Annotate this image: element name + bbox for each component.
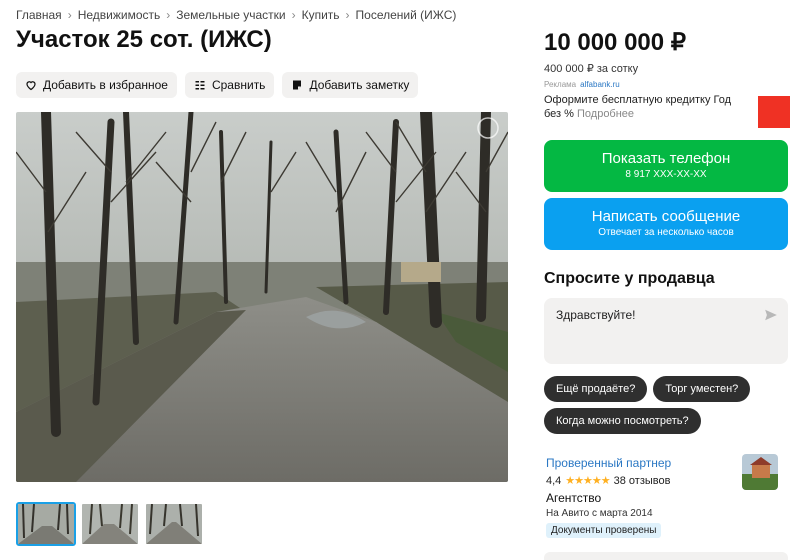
show-phone-button[interactable]: Показать телефон 8 917 XXX-XX-XX bbox=[544, 140, 788, 192]
quick-question-chip[interactable]: Когда можно посмотреть? bbox=[544, 408, 701, 434]
compare-button[interactable]: Сравнить bbox=[184, 72, 275, 98]
rating-stars-icon: ★★★★★ bbox=[565, 475, 610, 487]
compare-icon bbox=[195, 80, 205, 91]
quick-question-chip[interactable]: Ещё продаёте? bbox=[544, 376, 648, 402]
thumbnail-image bbox=[82, 504, 138, 544]
page-title: Участок 25 сот. (ИЖС) bbox=[16, 26, 272, 53]
chevron-right-icon: › bbox=[291, 8, 296, 22]
response-time: Отвечает за несколько часов bbox=[598, 227, 734, 238]
main-photo[interactable] bbox=[16, 112, 508, 482]
thumbnail-image bbox=[18, 504, 74, 544]
breadcrumb-home[interactable]: Главная bbox=[16, 8, 62, 22]
seller-avatar-image bbox=[742, 454, 778, 490]
ask-seller-message: Здравствуйте! bbox=[556, 308, 636, 322]
next-section-stub bbox=[544, 552, 788, 560]
chevron-right-icon: › bbox=[166, 8, 171, 22]
verified-partner-link[interactable]: Проверенный партнер bbox=[546, 456, 746, 470]
show-phone-label: Показать телефон bbox=[601, 150, 731, 167]
ad-sponsor-link[interactable]: alfabank.ru bbox=[580, 80, 620, 89]
add-note-button[interactable]: Добавить заметку bbox=[282, 72, 419, 98]
listing-actions: Добавить в избранное Сравнить Добавить з… bbox=[16, 72, 419, 98]
photo-thumbnails bbox=[16, 502, 204, 546]
breadcrumb-realty[interactable]: Недвижимость bbox=[78, 8, 161, 22]
breadcrumb-buy[interactable]: Купить bbox=[302, 8, 340, 22]
price-per-unit: 400 000 ₽ за сотку bbox=[544, 63, 639, 75]
write-message-button[interactable]: Написать сообщение Отвечает за несколько… bbox=[544, 198, 788, 250]
thumbnail[interactable] bbox=[144, 502, 204, 546]
docs-verified-badge: Документы проверены bbox=[546, 523, 662, 538]
heart-icon bbox=[26, 81, 36, 91]
seller-rating: 4,4 ★★★★★ 38 отзывов bbox=[546, 474, 746, 488]
seller-card: Проверенный партнер 4,4 ★★★★★ 38 отзывов… bbox=[546, 456, 746, 538]
price: 10 000 000 ₽ bbox=[544, 29, 687, 56]
reviews-link[interactable]: 38 отзывов bbox=[614, 475, 671, 487]
phone-number-masked: 8 917 XXX-XX-XX bbox=[625, 169, 707, 180]
send-icon[interactable] bbox=[764, 308, 778, 322]
chevron-right-icon: › bbox=[67, 8, 72, 22]
land-plot-photo bbox=[16, 112, 508, 482]
ad-text-body: Оформите бесплатную кредитку Год без % bbox=[544, 94, 732, 120]
ad-text[interactable]: Оформите бесплатную кредитку Год без % П… bbox=[544, 93, 744, 121]
thumbnail-image bbox=[146, 504, 202, 544]
seller-since: На Авито с марта 2014 bbox=[546, 508, 653, 519]
quick-question-chip[interactable]: Торг уместен? bbox=[653, 376, 751, 402]
ask-seller-input[interactable]: Здравствуйте! bbox=[544, 298, 788, 364]
write-message-label: Написать сообщение bbox=[591, 208, 741, 225]
add-to-favorites-button[interactable]: Добавить в избранное bbox=[16, 72, 177, 98]
note-icon bbox=[293, 80, 302, 90]
breadcrumb: Главная › Недвижимость › Земельные участ… bbox=[16, 8, 456, 22]
bank-logo[interactable] bbox=[758, 96, 790, 128]
ask-seller-title: Спросите у продавца bbox=[544, 270, 715, 287]
rating-value: 4,4 bbox=[546, 474, 562, 487]
ad-label: Реклама alfabank.ru bbox=[544, 80, 620, 89]
chevron-right-icon: › bbox=[345, 8, 350, 22]
thumbnail[interactable] bbox=[16, 502, 76, 546]
seller-avatar[interactable] bbox=[742, 454, 778, 490]
ad-label-text: Реклама bbox=[544, 80, 577, 89]
thumbnail[interactable] bbox=[80, 502, 140, 546]
add-to-favorites-label: Добавить в избранное bbox=[43, 78, 168, 92]
quick-questions: Ещё продаёте? Торг уместен? Когда можно … bbox=[544, 376, 794, 434]
breadcrumb-izhs[interactable]: Поселений (ИЖС) bbox=[356, 8, 457, 22]
add-note-label: Добавить заметку bbox=[309, 78, 410, 92]
seller-type[interactable]: Агентство bbox=[546, 491, 746, 505]
ad-more-link[interactable]: Подробнее bbox=[577, 108, 634, 120]
compare-label: Сравнить bbox=[211, 78, 266, 92]
breadcrumb-land[interactable]: Земельные участки bbox=[176, 8, 285, 22]
